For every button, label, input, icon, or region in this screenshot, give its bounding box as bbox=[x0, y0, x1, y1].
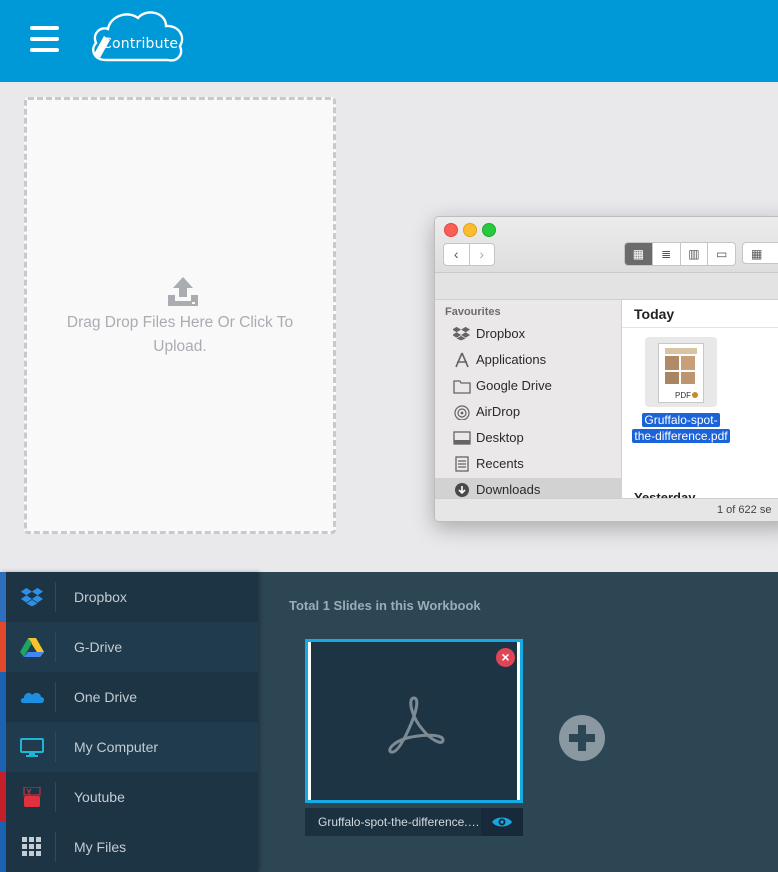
youtube-icon bbox=[23, 787, 41, 807]
desktop-icon bbox=[453, 431, 471, 445]
finder-item-dropbox[interactable]: Dropbox bbox=[435, 322, 621, 346]
svg-text:PDF: PDF bbox=[675, 391, 691, 400]
maximize-window-icon[interactable] bbox=[482, 223, 496, 237]
finder-item-applications[interactable]: Applications bbox=[435, 348, 621, 372]
source-label: My Files bbox=[74, 839, 127, 855]
source-item-gdrive[interactable]: G-Drive bbox=[0, 622, 258, 672]
grid-icon bbox=[22, 837, 41, 856]
contribute-logo[interactable]: Contribute bbox=[88, 6, 188, 66]
minimize-window-icon[interactable] bbox=[463, 223, 477, 237]
source-label: G-Drive bbox=[74, 639, 123, 655]
dropbox-icon bbox=[453, 326, 471, 341]
monitor-icon bbox=[20, 738, 44, 757]
onedrive-icon bbox=[20, 692, 44, 703]
section-today: Today bbox=[622, 300, 778, 328]
menu-icon[interactable] bbox=[30, 26, 59, 52]
finder-item-desktop[interactable]: Desktop bbox=[435, 426, 621, 450]
app-header: Contribute bbox=[0, 0, 778, 82]
source-label: My Computer bbox=[74, 739, 159, 755]
source-item-dropbox[interactable]: Dropbox bbox=[0, 572, 258, 622]
path-bar bbox=[435, 273, 778, 300]
finder-status-bar: 1 of 622 se bbox=[435, 498, 778, 521]
finder-window[interactable]: ‹ › ▦ ≣ ▥ ▭ ▦ Favourites Dropbox Applica… bbox=[434, 216, 778, 522]
downloads-icon bbox=[455, 483, 469, 497]
favourites-heading: Favourites bbox=[445, 306, 501, 318]
finder-content: Today PDF Gruffalo-spot-the-difference.p… bbox=[622, 300, 778, 505]
file-dropzone[interactable]: Drag Drop Files Here Or Click To Upload. bbox=[24, 97, 336, 534]
finder-item-google-drive[interactable]: Google Drive bbox=[435, 374, 621, 398]
slide-caption: Gruffalo-spot-the-difference.pdf bbox=[305, 808, 523, 836]
source-label: Youtube bbox=[74, 789, 125, 805]
logo-text: Contribute bbox=[102, 36, 179, 52]
workbook-title: Total 1 Slides in this Workbook bbox=[289, 598, 481, 613]
acrobat-pdf-icon bbox=[388, 696, 445, 754]
source-item-my-files[interactable]: My Files bbox=[0, 822, 258, 872]
remove-slide-icon[interactable]: × bbox=[496, 648, 515, 667]
icon-view-icon[interactable]: ▦ bbox=[625, 243, 653, 265]
finder-item-recents[interactable]: Recents bbox=[435, 452, 621, 476]
google-drive-icon bbox=[20, 638, 44, 657]
list-view-icon[interactable]: ≣ bbox=[653, 243, 681, 265]
dropzone-text: Drag Drop Files Here Or Click To Upload. bbox=[66, 314, 294, 355]
close-window-icon[interactable] bbox=[444, 223, 458, 237]
slide-thumbnail[interactable]: × bbox=[305, 639, 523, 803]
file-name-label[interactable]: Gruffalo-spot-the-difference.pdf bbox=[627, 412, 735, 444]
source-label: Dropbox bbox=[74, 589, 127, 605]
recents-icon bbox=[455, 456, 469, 472]
source-label: One Drive bbox=[74, 689, 138, 705]
dropbox-icon bbox=[20, 587, 43, 607]
pdf-file-icon: PDF bbox=[658, 343, 704, 403]
group-by-icon[interactable]: ▦ bbox=[742, 242, 778, 264]
workbook-panel: Dropbox G-Drive One Drive My Computer Yo… bbox=[0, 572, 778, 872]
plus-icon bbox=[559, 715, 605, 761]
slide-name: Gruffalo-spot-the-difference.pdf bbox=[318, 815, 480, 829]
finder-item-airdrop[interactable]: AirDrop bbox=[435, 400, 621, 424]
pdf-file-thumbnail[interactable]: PDF bbox=[645, 337, 717, 407]
finder-nav-buttons: ‹ › bbox=[443, 243, 495, 266]
source-sidebar: Dropbox G-Drive One Drive My Computer Yo… bbox=[0, 572, 258, 872]
column-view-icon[interactable]: ▥ bbox=[681, 243, 709, 265]
source-item-youtube[interactable]: Youtube bbox=[0, 772, 258, 822]
applications-icon bbox=[455, 352, 469, 368]
forward-icon[interactable]: › bbox=[470, 244, 495, 265]
finder-toolbar: ‹ › ▦ ≣ ▥ ▭ ▦ bbox=[435, 217, 778, 273]
airdrop-icon bbox=[454, 405, 470, 420]
folder-icon bbox=[453, 380, 471, 394]
source-item-onedrive[interactable]: One Drive bbox=[0, 672, 258, 722]
upload-icon bbox=[168, 277, 198, 306]
eye-icon bbox=[492, 817, 512, 827]
view-mode-switcher: ▦ ≣ ▥ ▭ bbox=[624, 242, 736, 266]
preview-button[interactable] bbox=[481, 808, 523, 836]
add-slide-button[interactable] bbox=[558, 714, 606, 762]
gallery-view-icon[interactable]: ▭ bbox=[708, 243, 735, 265]
source-item-my-computer[interactable]: My Computer bbox=[0, 722, 258, 772]
finder-sidebar: Favourites Dropbox Applications Google D… bbox=[435, 300, 622, 502]
back-icon[interactable]: ‹ bbox=[444, 244, 470, 265]
